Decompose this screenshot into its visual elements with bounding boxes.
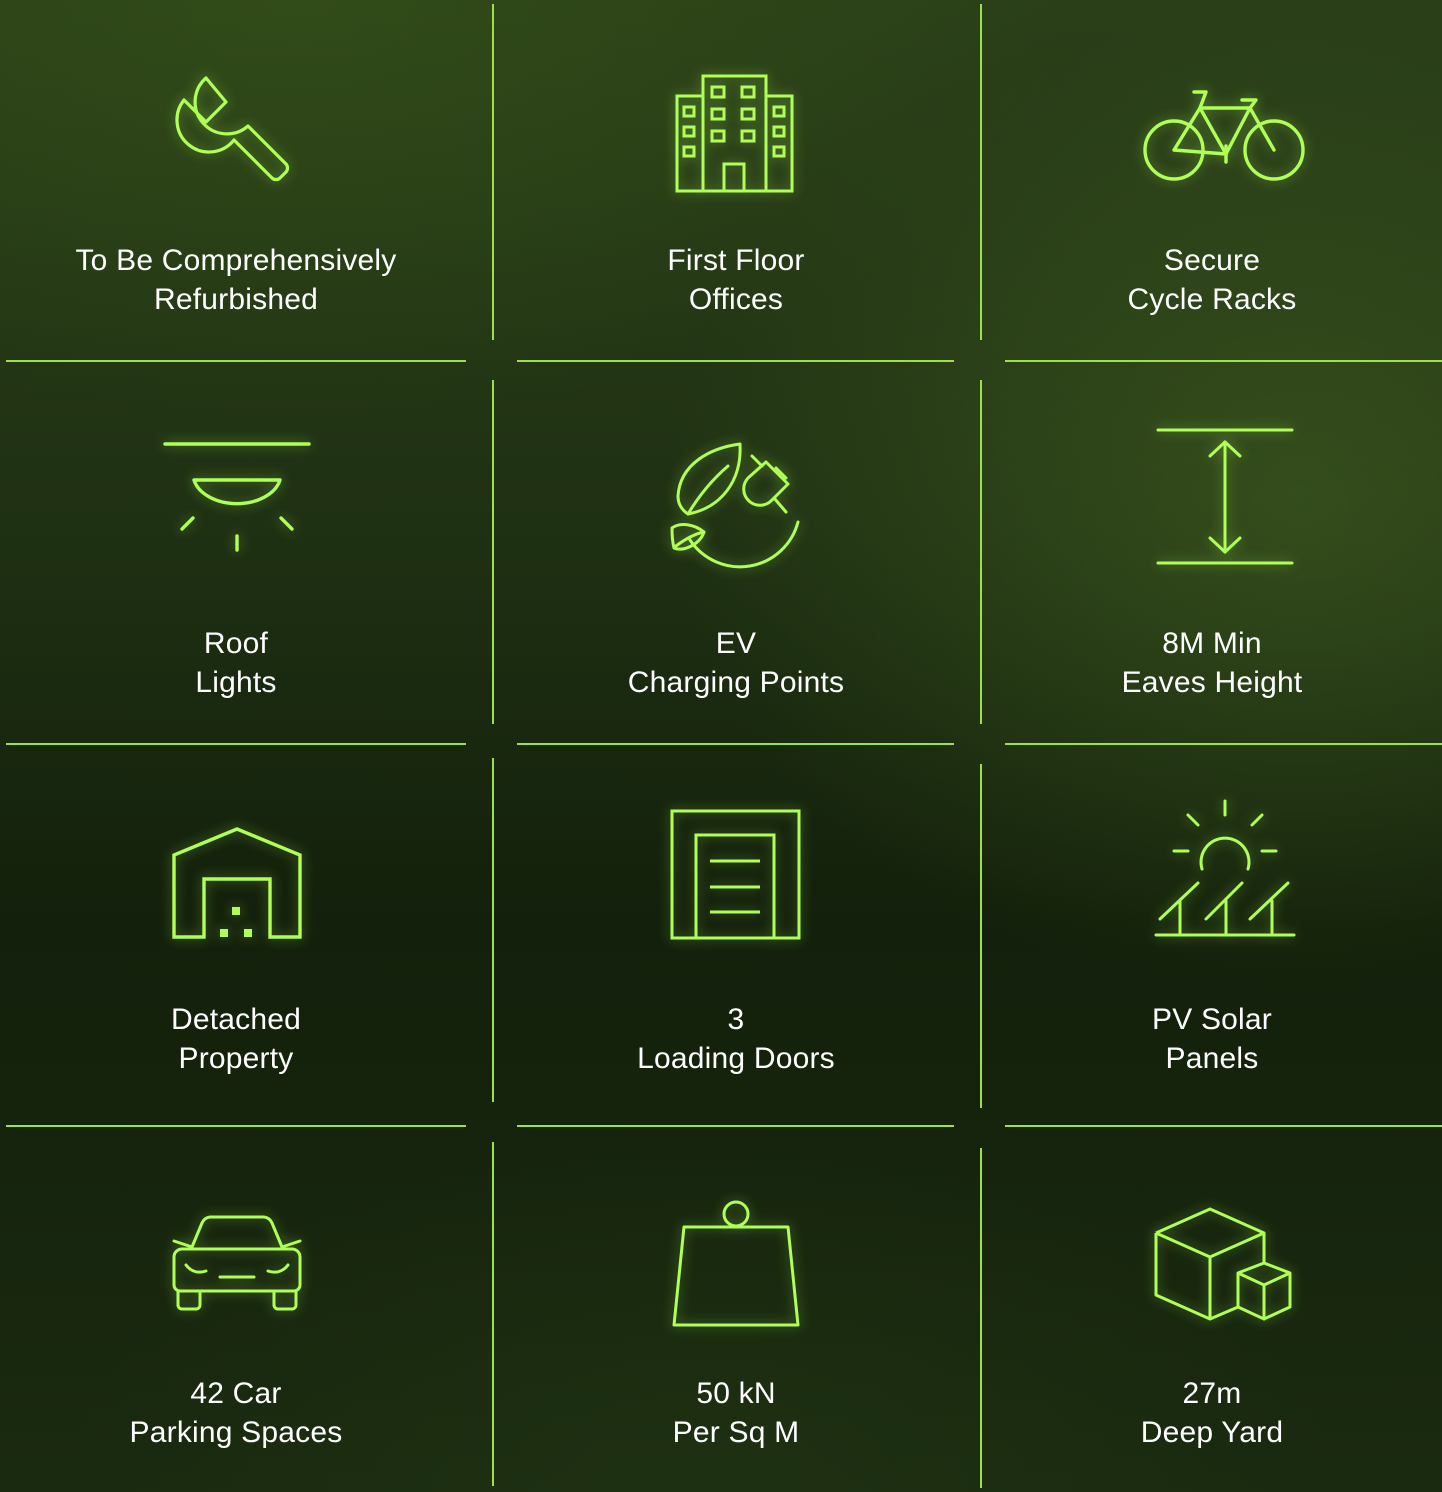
- feature-label-line2: Deep Yard: [1140, 1416, 1284, 1449]
- feature-label-line2: Per Sq M: [672, 1416, 800, 1449]
- feature-label-line1: 3: [727, 1003, 745, 1036]
- feature-label-line1: Roof: [203, 627, 269, 660]
- boxes-icon: [1154, 1207, 1294, 1323]
- feature-label-line2: Property: [178, 1042, 294, 1075]
- solar-panel-icon: [1154, 797, 1296, 939]
- feature-card-detached-property: Detached Property: [0, 745, 472, 1125]
- weight-icon: [672, 1199, 800, 1329]
- feature-label-line2: Parking Spaces: [129, 1416, 343, 1449]
- feature-card-floor-loading: 50 kN Per Sq M: [494, 1127, 978, 1492]
- feature-label-line1: 27m: [1182, 1377, 1242, 1410]
- bicycle-icon: [1142, 86, 1308, 186]
- feature-label-line1: To Be Comprehensively: [75, 244, 397, 277]
- ceiling-light-icon: [163, 440, 311, 554]
- feature-card-eaves-height: 8M Min Eaves Height: [982, 362, 1442, 742]
- feature-label-line2: Cycle Racks: [1127, 283, 1297, 316]
- feature-label-line1: 42 Car: [190, 1377, 282, 1410]
- feature-card-roof-lights: Roof Lights: [0, 362, 472, 742]
- feature-label-line2: Eaves Height: [1121, 666, 1303, 699]
- wrench-icon: [175, 72, 298, 194]
- office-building-icon: [675, 74, 796, 194]
- car-front-icon: [170, 1215, 304, 1313]
- feature-label-line2: Charging Points: [627, 666, 845, 699]
- feature-label-line1: EV: [715, 627, 757, 660]
- height-arrow-icon: [1156, 428, 1294, 566]
- eco-plug-globe-icon: [670, 442, 806, 572]
- feature-card-cycle-racks: Secure Cycle Racks: [982, 0, 1442, 360]
- feature-card-loading-doors: 3 Loading Doors: [494, 745, 978, 1125]
- feature-label-line2: Lights: [195, 666, 277, 699]
- feature-label-line2: Refurbished: [154, 283, 318, 316]
- feature-card-first-floor-offices: First Floor Offices: [494, 0, 978, 360]
- feature-label-line1: First Floor: [667, 244, 805, 277]
- feature-label-line1: Secure: [1163, 244, 1261, 277]
- feature-label-line2: Loading Doors: [637, 1042, 835, 1075]
- feature-card-deep-yard: 27m Deep Yard: [982, 1127, 1442, 1492]
- feature-card-solar-panels: PV Solar Panels: [982, 745, 1442, 1125]
- feature-label-line1: 50 kN: [696, 1377, 776, 1410]
- feature-label-line2: Offices: [688, 283, 784, 316]
- feature-card-refurbished: To Be Comprehensively Refurbished: [0, 0, 472, 360]
- feature-label-line1: Detached: [170, 1003, 302, 1036]
- feature-label-line2: Panels: [1165, 1042, 1259, 1075]
- feature-card-ev-charging: EV Charging Points: [494, 362, 978, 742]
- loading-door-icon: [670, 809, 802, 941]
- feature-label-line1: 8M Min: [1162, 627, 1262, 660]
- warehouse-icon: [172, 827, 302, 941]
- feature-card-car-parking: 42 Car Parking Spaces: [0, 1127, 472, 1492]
- feature-label-line1: PV Solar: [1152, 1003, 1272, 1036]
